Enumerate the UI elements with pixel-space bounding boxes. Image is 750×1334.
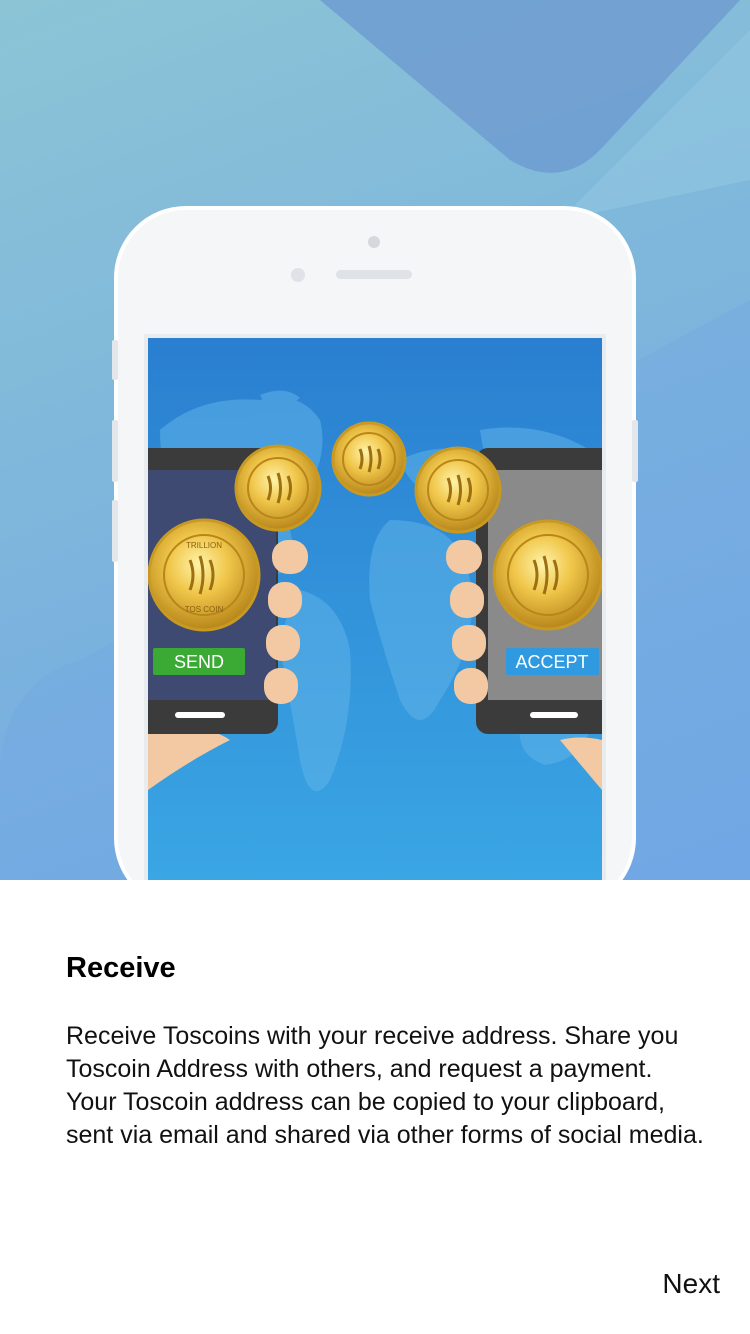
send-label: SEND xyxy=(174,652,224,672)
coin-medium-left xyxy=(234,444,322,532)
coin-medium-right xyxy=(414,446,502,534)
accept-label: ACCEPT xyxy=(515,652,588,672)
page-title: Receive xyxy=(66,952,176,984)
next-button[interactable]: Next xyxy=(662,1268,720,1300)
onboarding-content: Receive Receive Toscoins with your recei… xyxy=(0,880,750,1334)
page-description: Receive Toscoins with your receive addre… xyxy=(66,1022,704,1149)
speaker-grille xyxy=(336,270,412,279)
coin-large-left: TRILLION TOS COIN xyxy=(148,518,261,632)
coin-large-right xyxy=(492,519,602,631)
hero-illustration: SEND ACCEPT TRILLION TOS COIN xyxy=(0,0,750,880)
coin-text-bottom: TOS COIN xyxy=(185,605,224,614)
phone-screen: SEND ACCEPT TRILLION TOS COIN xyxy=(148,338,602,880)
camera-icon xyxy=(368,236,380,248)
coin-text-top: TRILLION xyxy=(186,541,222,550)
coin-small-center xyxy=(331,421,407,497)
